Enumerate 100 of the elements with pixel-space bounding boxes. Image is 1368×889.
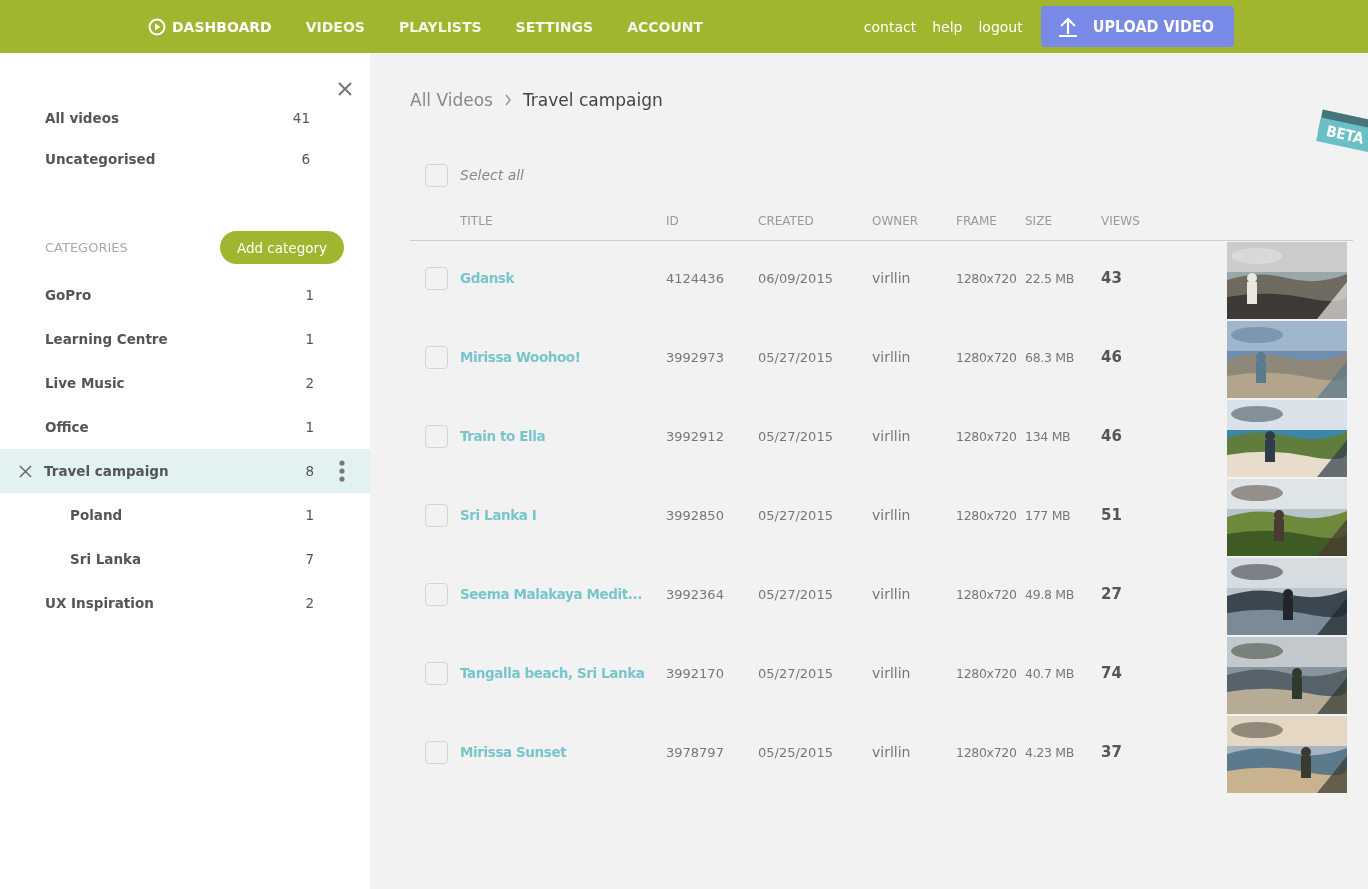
table-cell: 22.5 MB — [1025, 271, 1075, 286]
checkbox[interactable] — [425, 662, 448, 685]
column-header: OWNER — [872, 214, 919, 228]
column-header: ID — [666, 214, 679, 228]
video-title-link[interactable]: Sri Lanka I — [460, 507, 537, 523]
upload-icon — [1056, 15, 1079, 38]
video-title-link[interactable]: Mirissa Woohoo! — [460, 349, 581, 365]
nav-tab[interactable]: DASHBOARD — [148, 17, 272, 36]
item-label: Travel campaign — [44, 463, 170, 479]
table-cell: 1280x720 — [956, 587, 1017, 602]
table-cell: virllin — [872, 349, 911, 365]
video-title-link[interactable]: Train to Ella — [460, 428, 546, 444]
item-label: GoPro — [45, 287, 93, 303]
item-count: 1 — [304, 419, 314, 435]
nav-tab[interactable]: VIDEOS — [305, 17, 365, 36]
sidebar-item[interactable]: Live Music 2 — [0, 361, 370, 405]
item-count: 1 — [304, 287, 314, 303]
table-cell: 49.8 MB — [1025, 587, 1075, 602]
table-cell: virllin — [872, 270, 911, 286]
item-count: 1 — [304, 507, 314, 523]
table-cell: 40.7 MB — [1025, 666, 1075, 681]
item-label: All videos — [45, 109, 120, 126]
sidebar-item[interactable]: All videos 41 — [0, 97, 370, 138]
video-title-link[interactable]: Mirissa Sunset — [460, 744, 567, 760]
column-header: CREATED — [758, 214, 814, 228]
more-icon[interactable] — [339, 460, 345, 482]
table-cell: 177 MB — [1025, 508, 1071, 523]
checkbox[interactable] — [425, 267, 448, 290]
item-count: 1 — [304, 331, 314, 347]
header-link[interactable]: help — [932, 18, 963, 35]
item-count: 8 — [304, 463, 314, 479]
table-cell: 27 — [1101, 585, 1122, 603]
table-cell: 1280x720 — [956, 271, 1017, 286]
table-cell: 43 — [1101, 269, 1122, 287]
table-cell: 05/27/2015 — [758, 429, 833, 444]
video-title-link[interactable]: Tangalla beach, Sri Lanka — [460, 665, 645, 681]
item-label: Poland — [70, 507, 124, 523]
checkbox[interactable] — [425, 163, 448, 187]
table-cell: 05/25/2015 — [758, 745, 833, 760]
checkbox[interactable] — [425, 346, 448, 369]
table-cell: 05/27/2015 — [758, 350, 833, 365]
table-cell: 3992912 — [666, 429, 724, 444]
upload-video-button[interactable]: UPLOAD VIDEO — [1040, 6, 1234, 47]
add-category-button[interactable]: Add category — [219, 231, 344, 264]
table-cell: 05/27/2015 — [758, 666, 833, 681]
table-cell: 46 — [1101, 348, 1122, 366]
item-label: Sri Lanka — [70, 551, 143, 567]
item-count: 41 — [291, 109, 310, 126]
item-label: Uncategorised — [45, 150, 157, 167]
categories-heading: CATEGORIES — [45, 240, 128, 255]
column-header: VIEWS — [1101, 214, 1140, 228]
table-cell: 134 MB — [1025, 429, 1071, 444]
table-cell: 05/27/2015 — [758, 587, 833, 602]
video-title-link[interactable]: Seema Malakaya Medit... — [460, 586, 642, 602]
table-cell: 3978797 — [666, 745, 724, 760]
item-count: 2 — [304, 595, 314, 611]
nav-tab[interactable]: ACCOUNT — [627, 17, 704, 36]
close-icon[interactable] — [337, 81, 353, 97]
column-header: SIZE — [1025, 214, 1052, 228]
item-label: Live Music — [45, 375, 126, 391]
sidebar-subitem[interactable]: Sri Lanka 7 — [0, 537, 370, 581]
table-cell: 46 — [1101, 427, 1122, 445]
checkbox[interactable] — [425, 583, 448, 606]
table-cell: 3992170 — [666, 666, 724, 681]
sidebar-item[interactable]: Learning Centre 1 — [0, 317, 370, 361]
item-count: 6 — [300, 150, 310, 167]
sidebar-item[interactable]: GoPro 1 — [0, 273, 370, 317]
checkbox[interactable] — [425, 425, 448, 448]
checkbox[interactable] — [425, 741, 448, 764]
nav-tab[interactable]: PLAYLISTS — [398, 17, 482, 36]
item-label: Learning Centre — [45, 331, 169, 347]
table-cell: 74 — [1101, 664, 1122, 682]
table-cell: virllin — [872, 744, 911, 760]
table-cell: virllin — [872, 507, 911, 523]
item-count: 7 — [304, 551, 314, 567]
table-cell: 1280x720 — [956, 745, 1017, 760]
table-cell: 4124436 — [666, 271, 724, 286]
table-cell: 06/09/2015 — [758, 271, 833, 286]
remove-icon[interactable] — [19, 464, 32, 478]
sidebar-item[interactable]: Uncategorised 6 — [0, 138, 370, 179]
breadcrumb-link[interactable]: Travel campaign — [522, 90, 663, 110]
play-circle-icon — [148, 17, 166, 36]
table-cell: 1280x720 — [956, 508, 1017, 523]
video-title-link[interactable]: Gdansk — [460, 270, 515, 286]
checkbox[interactable] — [425, 504, 448, 527]
table-cell: 68.3 MB — [1025, 350, 1075, 365]
header-link[interactable]: contact — [863, 18, 917, 35]
chevron-right-icon — [503, 94, 512, 106]
select-all-label: Select all — [460, 167, 524, 183]
item-count: 2 — [304, 375, 314, 391]
sidebar-subitem[interactable]: Poland 1 — [0, 493, 370, 537]
sidebar-item[interactable]: UX Inspiration 2 — [0, 581, 370, 625]
table-cell: 51 — [1101, 506, 1122, 524]
header-link[interactable]: logout — [978, 18, 1023, 35]
table-cell: 37 — [1101, 743, 1122, 761]
sidebar-item[interactable]: Travel campaign 8 — [0, 449, 370, 493]
table-cell: virllin — [872, 586, 911, 602]
sidebar-item[interactable]: Office 1 — [0, 405, 370, 449]
breadcrumb-link[interactable]: All Videos — [410, 90, 493, 110]
nav-tab[interactable]: SETTINGS — [515, 17, 594, 36]
